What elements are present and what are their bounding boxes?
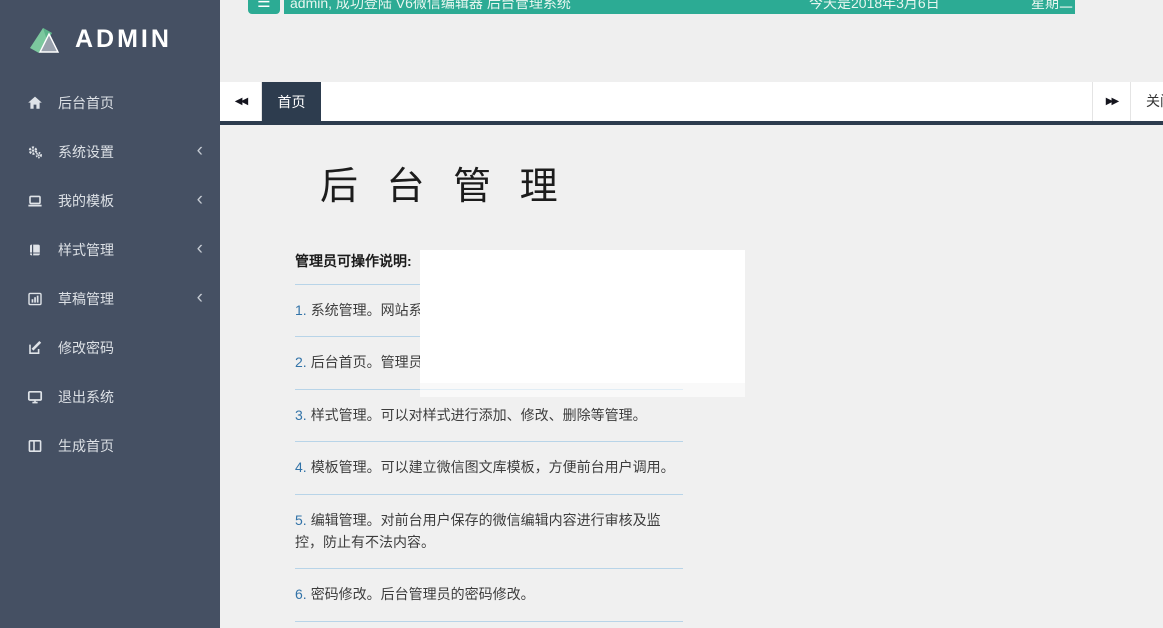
chevron-left-icon: ‹ (197, 287, 203, 306)
sidebar-item-change-password[interactable]: 修改密码 (0, 323, 220, 372)
bar-chart-icon (27, 291, 43, 307)
list-item: 6.密码修改。后台管理员的密码修改。 (295, 569, 683, 621)
sidebar-item-my-templates[interactable]: 我的模板 ‹ (0, 176, 220, 225)
chevron-left-icon: ‹ (197, 238, 203, 257)
sidebar-item-logout[interactable]: 退出系统 (0, 372, 220, 421)
item-number: 5. (295, 512, 307, 528)
sidebar-item-label: 样式管理 (58, 240, 114, 260)
top-notice-strip: ☰ admin, 成功登陆 V6微信编辑器 后台管理系统 今天是2018年3月6… (220, 0, 1163, 14)
white-overlay-fade (420, 383, 745, 397)
columns-icon (27, 438, 43, 454)
tab-scroll-left-button[interactable]: ◀◀ (220, 82, 262, 121)
weekday-text: 星期二 (1031, 0, 1073, 14)
sidebar-item-label: 后台首页 (58, 93, 114, 113)
date-text: 今天是2018年3月6日 (809, 0, 940, 14)
sidebar-item-system-settings[interactable]: 系统设置 ‹ (0, 127, 220, 176)
book-icon (27, 242, 43, 258)
item-number: 2. (295, 354, 307, 370)
tab-close-label: 关闭 (1146, 93, 1163, 109)
sidebar-item-label: 系统设置 (58, 142, 114, 162)
item-text: 模板管理。可以建立微信图文库模板，方便前台用户调用。 (311, 459, 675, 475)
brand: ADMIN (0, 0, 220, 78)
list-item: 4.模板管理。可以建立微信图文库模板，方便前台用户调用。 (295, 442, 683, 494)
sidebar: ADMIN 后台首页 系统设置 ‹ 我的模板 ‹ (0, 0, 220, 628)
laptop-icon (27, 193, 43, 209)
tab-close-control[interactable]: 关闭 (1131, 82, 1163, 121)
item-text: 后台首页。管理员登 (311, 354, 437, 370)
hamburger-menu-button[interactable]: ☰ (248, 0, 280, 14)
gears-icon (27, 144, 43, 160)
item-number: 4. (295, 459, 307, 475)
item-text: 样式管理。可以对样式进行添加、修改、删除等管理。 (311, 407, 647, 423)
sidebar-item-home[interactable]: 后台首页 (0, 78, 220, 127)
item-text: 系统管理。网站系统 (311, 302, 437, 318)
sidebar-item-label: 我的模板 (58, 191, 114, 211)
sidebar-item-style-management[interactable]: 样式管理 ‹ (0, 225, 220, 274)
tab-scroll-right-button[interactable]: ▶▶ (1092, 82, 1131, 121)
sidebar-item-label: 修改密码 (58, 338, 114, 358)
white-overlay-box (420, 250, 745, 383)
item-text: 密码修改。后台管理员的密码修改。 (311, 586, 535, 602)
sidebar-item-label: 草稿管理 (58, 289, 114, 309)
double-arrow-left-icon: ◀◀ (235, 96, 246, 107)
item-number: 6. (295, 586, 307, 602)
sidebar-item-draft-management[interactable]: 草稿管理 ‹ (0, 274, 220, 323)
page-title: 后 台 管 理 (320, 155, 567, 210)
sidebar-menu: 后台首页 系统设置 ‹ 我的模板 ‹ (0, 78, 220, 470)
edit-icon (27, 340, 43, 356)
home-icon (27, 95, 43, 111)
sidebar-item-generate-homepage[interactable]: 生成首页 (0, 421, 220, 470)
chevron-left-icon: ‹ (197, 140, 203, 159)
welcome-text: admin, 成功登陆 V6微信编辑器 后台管理系统 (290, 0, 571, 14)
list-item: 3.样式管理。可以对样式进行添加、修改、删除等管理。 (295, 390, 683, 442)
sidebar-item-label: 生成首页 (58, 436, 114, 456)
monitor-icon (27, 389, 43, 405)
brand-name: ADMIN (75, 25, 172, 54)
list-item: 7.退出系统。为了系统的安全性，离开管理请点击退出系统。 (295, 622, 683, 628)
item-number: 1. (295, 302, 307, 318)
sidebar-item-label: 退出系统 (58, 387, 114, 407)
tab-home-label: 首页 (278, 92, 306, 112)
item-text: 编辑管理。对前台用户保存的微信编辑内容进行审核及监控，防止有不法内容。 (295, 512, 661, 550)
double-arrow-right-icon: ▶▶ (1106, 96, 1117, 107)
list-item: 5.编辑管理。对前台用户保存的微信编辑内容进行审核及监控，防止有不法内容。 (295, 495, 683, 570)
chevron-left-icon: ‹ (197, 189, 203, 208)
notice-bar: admin, 成功登陆 V6微信编辑器 后台管理系统 今天是2018年3月6日 … (284, 0, 1075, 14)
item-number: 3. (295, 407, 307, 423)
hamburger-icon: ☰ (257, 0, 270, 11)
brand-logo-icon (26, 23, 66, 55)
tab-home[interactable]: 首页 (262, 82, 321, 121)
tab-bar: ◀◀ 首页 ▶▶ 关闭 (220, 82, 1163, 125)
